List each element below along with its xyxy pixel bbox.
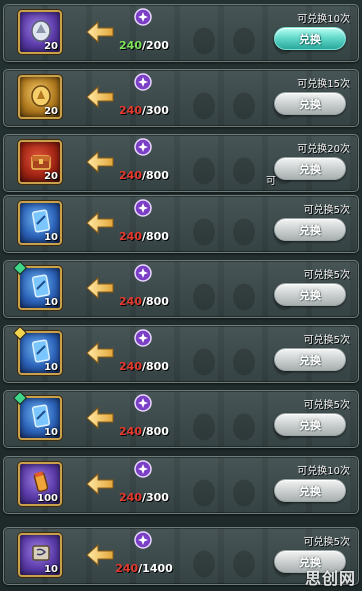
exchange-row: 20 240/800 可兑换20次可兑换 (3, 134, 359, 192)
required-amount: /800 (141, 230, 169, 243)
exchange-limit: 可兑换20次 (297, 144, 350, 155)
exchange-limit: 可兑换10次 (297, 466, 350, 477)
purple-currency-icon (134, 199, 152, 217)
purple-currency-icon (134, 8, 152, 26)
exchange-button[interactable]: 兑换 (274, 413, 346, 436)
reward-item-slot[interactable]: 20 (18, 10, 62, 54)
exchange-limit: 可兑换5次 (303, 400, 350, 411)
tooltip-fragment: 可 (266, 176, 276, 187)
purple-currency-icon (134, 329, 152, 347)
exchange-row: 20 240/200 可兑换10次兑换 (3, 4, 359, 62)
purple-currency-icon (134, 531, 152, 549)
item-quantity: 10 (44, 564, 58, 575)
exchange-row: 10 240/800 可兑换5次兑换 (3, 390, 359, 448)
cost-amount: 240/300 (106, 491, 182, 504)
item-quantity: 10 (44, 297, 58, 308)
item-quantity: 10 (44, 427, 58, 438)
reward-item-slot[interactable]: 20 (18, 75, 62, 119)
silver-rune-icon (31, 20, 51, 42)
required-amount: /300 (141, 491, 169, 504)
exchange-button[interactable]: 兑换 (274, 92, 346, 115)
purple-currency-icon (134, 73, 152, 91)
purple-currency-icon (134, 460, 152, 478)
exchange-button[interactable]: 兑换 (274, 348, 346, 371)
exchange-limit: 可兑换15次 (297, 79, 350, 90)
exchange-button[interactable]: 兑换 (274, 157, 346, 180)
required-amount: /1400 (138, 562, 173, 575)
reward-item-slot[interactable]: 20 (18, 140, 62, 184)
blue-card-icon (31, 209, 51, 233)
blue-card-icon (31, 274, 51, 298)
required-amount: /800 (141, 360, 169, 373)
owned-amount: 240 (115, 562, 139, 575)
exchange-row: 10 240/800 可兑换5次兑换 (3, 260, 359, 318)
reward-item-slot[interactable]: 10 (18, 396, 62, 440)
owned-amount: 240 (119, 425, 142, 438)
gold-rune-icon (31, 85, 51, 107)
item-quantity: 100 (37, 493, 58, 504)
cost-amount: 240/800 (106, 230, 182, 243)
cost-amount: 240/300 (106, 104, 182, 117)
reward-item-slot[interactable]: 100 (18, 462, 62, 506)
exchange-button[interactable]: 兑换 (274, 218, 346, 241)
owned-amount: 240 (119, 360, 142, 373)
cost-amount: 240/800 (106, 425, 182, 438)
purple-currency-icon (134, 138, 152, 156)
owned-amount: 240 (119, 104, 142, 117)
owned-amount: 240 (119, 169, 142, 182)
exchange-button[interactable]: 兑换 (274, 27, 346, 50)
exchange-limit: 可兑换5次 (303, 335, 350, 346)
owned-amount: 240 (119, 39, 142, 52)
exchange-list: 20 240/200 可兑换10次 兑换 20 240/300 可兑换15次 兑换 20 240/… (0, 0, 362, 591)
item-quantity: 20 (44, 106, 58, 117)
cost-amount: 240/800 (106, 360, 182, 373)
owned-amount: 240 (119, 230, 142, 243)
cost-amount: 240/800 (106, 295, 182, 308)
reward-item-slot[interactable]: 10 (18, 331, 62, 375)
exchange-row: 20 240/300 可兑换15次兑换 (3, 69, 359, 127)
cost-amount: 240/800 (106, 169, 182, 182)
exchange-button[interactable]: 兑换 (274, 479, 346, 502)
required-amount: /800 (141, 425, 169, 438)
owned-amount: 240 (119, 295, 142, 308)
exchange-limit: 可兑换5次 (303, 537, 350, 548)
required-amount: /800 (141, 295, 169, 308)
purple-currency-icon (134, 264, 152, 282)
reward-item-slot[interactable]: 10 (18, 533, 62, 577)
required-amount: /800 (141, 169, 169, 182)
blue-card-icon (31, 404, 51, 428)
item-quantity: 10 (44, 362, 58, 373)
exchange-button[interactable]: 兑换 (274, 283, 346, 306)
cost-amount: 240/1400 (106, 562, 182, 575)
treasure-chest-icon (31, 155, 51, 170)
required-amount: /200 (141, 39, 169, 52)
reward-item-slot[interactable]: 10 (18, 266, 62, 310)
watermark: 思创网 (304, 569, 356, 588)
exchange-limit: 可兑换5次 (303, 270, 350, 281)
exchange-row: 10 240/800 可兑换5次兑换 (3, 195, 359, 253)
item-quantity: 20 (44, 41, 58, 52)
owned-amount: 240 (119, 491, 142, 504)
scroll-vial-icon (33, 471, 49, 493)
exchange-row: 100 240/300 可兑换10次兑换 (3, 456, 359, 514)
item-quantity: 10 (44, 232, 58, 243)
scroll-icon (32, 545, 50, 561)
exchange-limit: 可兑换10次 (297, 14, 350, 25)
blue-card-icon (31, 339, 51, 363)
required-amount: /300 (141, 104, 169, 117)
reward-item-slot[interactable]: 10 (18, 201, 62, 245)
item-quantity: 20 (44, 171, 58, 182)
exchange-limit: 可兑换5次 (303, 205, 350, 216)
exchange-row: 10 240/800 可兑换5次兑换 (3, 325, 359, 383)
cost-amount: 240/200 (106, 39, 182, 52)
purple-currency-icon (134, 394, 152, 412)
